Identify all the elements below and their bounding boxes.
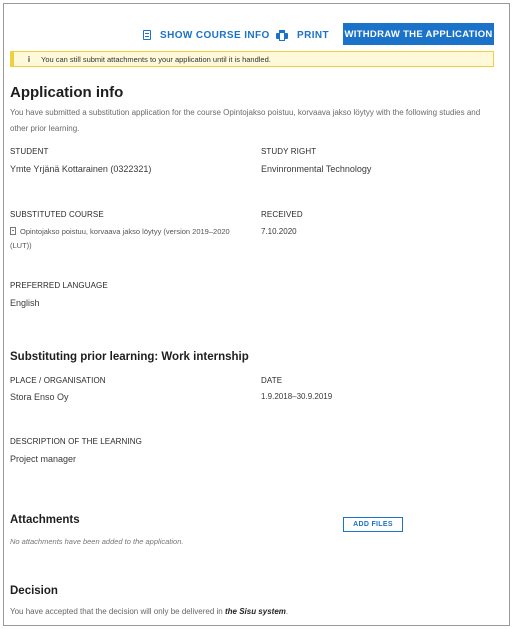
place-value: Stora Enso Oy [10,392,69,402]
substituted-course-label: SUBSTITUTED COURSE [10,210,104,219]
date-label: DATE [261,376,283,385]
decision-text: You have accepted that the decision will… [10,607,288,616]
substituted-course-value: Opintojakso poistuu, korvaava jakso löyt… [10,227,230,250]
application-view: SHOW COURSE INFO PRINT WITHDRAW THE APPL… [3,3,510,626]
attachment-notice: i You can still submit attachments to yo… [10,51,494,67]
preferred-language-value: English [10,298,40,308]
decision-text-before: You have accepted that the decision will… [10,607,225,616]
notice-text: You can still submit attachments to your… [41,54,271,64]
prior-learning-title: Substituting prior learning: Work intern… [10,351,249,363]
description-value: Project manager [10,454,77,464]
course-doc-icon [10,227,16,235]
print-label: PRINT [297,29,329,41]
student-label: STUDENT [10,147,49,156]
study-right-value: Envinronmental Technology [261,164,372,174]
course-info-icon [143,30,151,40]
study-right-label: STUDY RIGHT [261,147,317,156]
page-title: Application info [10,84,124,101]
place-label: PLACE / ORGANISATION [10,376,106,385]
application-intro: You have submitted a substitution applic… [10,108,481,133]
description-label: DESCRIPTION OF THE LEARNING [10,437,142,446]
preferred-language-label: PREFERRED LANGUAGE [10,281,108,290]
received-value: 7.10.2020 [261,227,297,236]
decision-text-after: . [285,607,289,616]
show-course-info-button[interactable]: SHOW COURSE INFO [143,25,270,45]
received-label: RECEIVED [261,210,303,219]
add-files-button[interactable]: ADD FILES [343,517,403,532]
decision-title: Decision [10,585,58,597]
attachments-empty-text: No attachments have been added to the ap… [10,537,184,546]
date-value: 1.9.2018–30.9.2019 [261,392,333,401]
withdraw-application-button[interactable]: WITHDRAW THE APPLICATION [343,23,494,45]
toolbar: SHOW COURSE INFO PRINT WITHDRAW THE APPL… [4,4,509,50]
substituted-course-link[interactable]: Opintojakso poistuu, korvaava jakso löyt… [10,225,230,253]
printer-icon [276,29,288,41]
attachments-title: Attachments [10,514,80,526]
decision-system: the Sisu system [224,607,286,616]
print-button[interactable]: PRINT [276,25,329,45]
info-icon: i [27,54,31,64]
student-value: Ymte Yrjänä Kottarainen (0322321) [10,164,152,174]
show-course-info-label: SHOW COURSE INFO [160,29,270,41]
